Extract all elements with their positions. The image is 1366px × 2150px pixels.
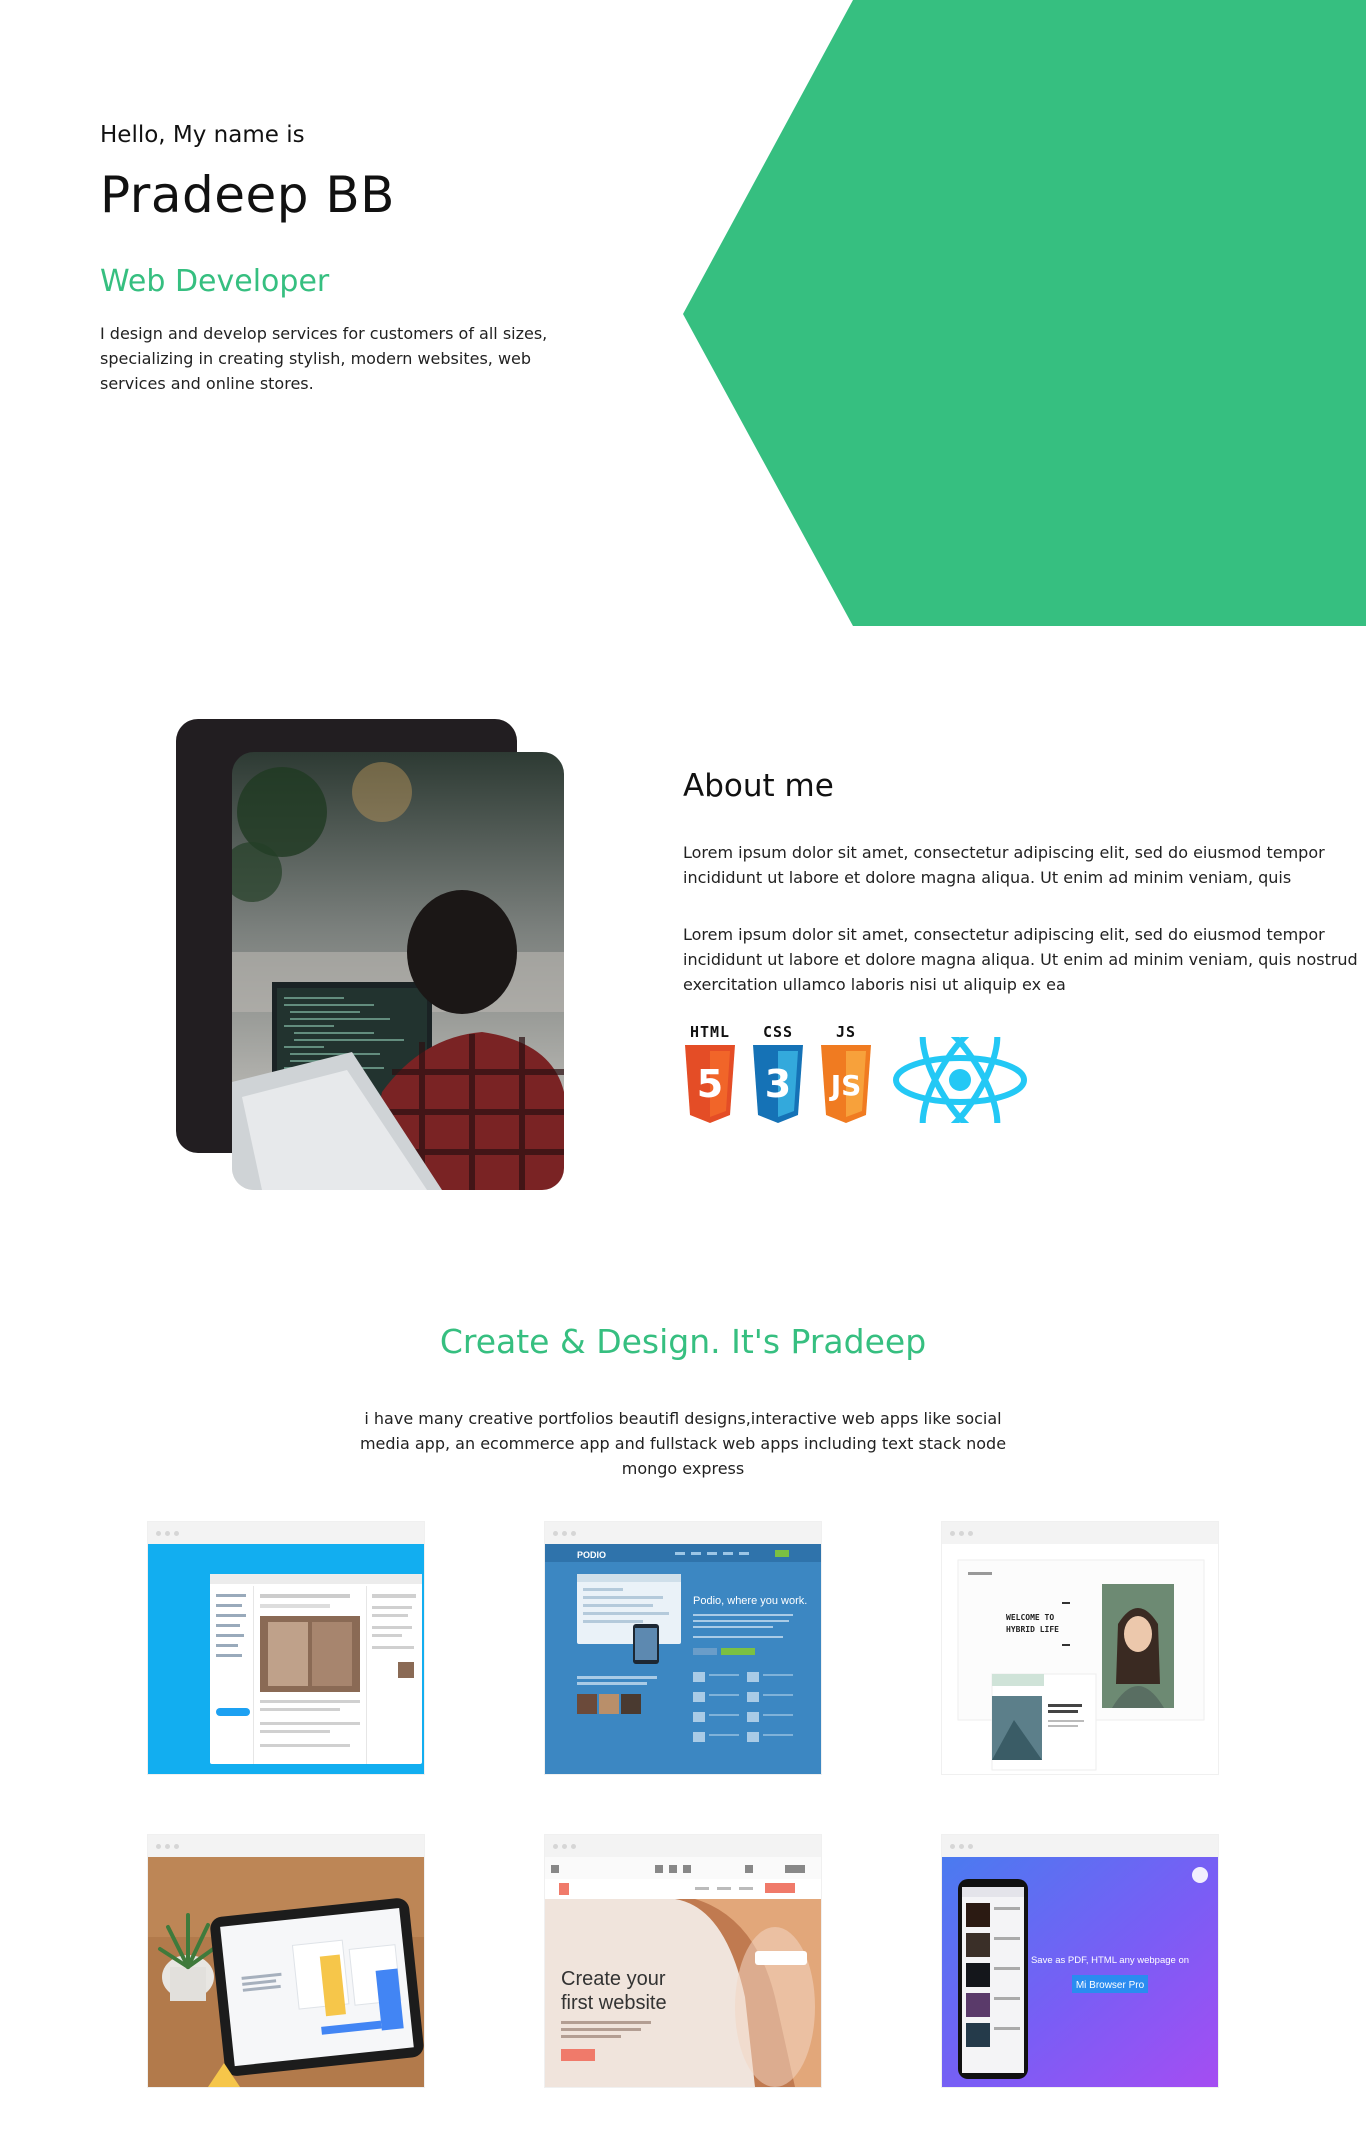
about-text: About me Lorem ipsum dolor sit amet, con… bbox=[683, 768, 1366, 997]
skill-label-js: JS bbox=[835, 1023, 857, 1041]
svg-text:Podio, where you work.: Podio, where you work. bbox=[693, 1595, 807, 1607]
skills-row: HTML 5 CSS 3 JS JS bbox=[683, 1023, 1031, 1133]
portfolio-card-hybrid-life[interactable]: WELCOME TO HYBRID LIFE bbox=[941, 1521, 1219, 1775]
card-browser-bar bbox=[148, 1835, 424, 1857]
card-browser-bar bbox=[148, 1522, 424, 1544]
svg-text:WELCOME TO: WELCOME TO bbox=[1006, 1613, 1054, 1622]
svg-text:HYBRID LIFE: HYBRID LIFE bbox=[1006, 1625, 1059, 1634]
card-browser-bar bbox=[545, 1522, 821, 1544]
svg-text:5: 5 bbox=[697, 1062, 723, 1106]
js-icon: JS bbox=[821, 1045, 871, 1123]
html5-icon: 5 bbox=[685, 1045, 735, 1123]
skill-label-css: CSS bbox=[762, 1023, 794, 1041]
skill-js: JS JS bbox=[819, 1023, 873, 1125]
react-icon bbox=[893, 1037, 1027, 1123]
portfolio-card-website-builder[interactable]: Create your first website bbox=[544, 1834, 822, 2088]
portfolio-card-podio[interactable]: PODIO Podio, where you work. bbox=[544, 1521, 822, 1775]
svg-text:first website: first website bbox=[561, 1992, 667, 2014]
hero-name: Pradeep BB bbox=[100, 166, 395, 224]
css3-icon: 3 bbox=[753, 1045, 803, 1123]
skill-react bbox=[889, 1033, 1031, 1123]
portfolio-card-tablet[interactable] bbox=[147, 1834, 425, 2088]
svg-text:Create your: Create your bbox=[561, 1968, 666, 1990]
skill-css: CSS 3 bbox=[751, 1023, 805, 1125]
card-preview bbox=[148, 1857, 424, 2087]
hero-intro: I design and develop services for custom… bbox=[100, 324, 548, 393]
svg-text:PODIO: PODIO bbox=[577, 1550, 606, 1560]
about-section: About me Lorem ipsum dolor sit amet, con… bbox=[0, 626, 1366, 1190]
portfolio-description: i have many creative portfolios beautifl… bbox=[359, 1409, 1007, 1478]
developer-photo bbox=[232, 752, 564, 1190]
svg-text:Mi Browser Pro: Mi Browser Pro bbox=[1076, 1980, 1145, 1991]
portfolio-title: Create & Design. It's Pradeep bbox=[439, 1322, 927, 1361]
portfolio-card-social-app[interactable] bbox=[147, 1521, 425, 1775]
svg-text:3: 3 bbox=[765, 1062, 791, 1106]
hero-text: Hello, My name is Pradeep BB Web Develop… bbox=[100, 122, 570, 396]
card-preview: PODIO Podio, where you work. bbox=[545, 1544, 821, 1774]
card-preview: Create your first website bbox=[545, 1857, 821, 2087]
card-browser-bar bbox=[545, 1835, 821, 1857]
skill-html: HTML 5 bbox=[683, 1023, 737, 1125]
about-title: About me bbox=[683, 768, 834, 804]
card-preview: WELCOME TO HYBRID LIFE bbox=[942, 1544, 1218, 1774]
card-preview bbox=[148, 1544, 424, 1774]
about-paragraph-1: Lorem ipsum dolor sit amet, consectetur … bbox=[683, 843, 1325, 887]
portfolio-card-mi-browser[interactable]: Save as PDF, HTML any webpage on Mi Brow… bbox=[941, 1834, 1219, 2088]
skill-label-html: HTML bbox=[689, 1023, 731, 1041]
svg-text:Save as PDF, HTML any webpage: Save as PDF, HTML any webpage on bbox=[1031, 1955, 1189, 1966]
hero-section: Hello, My name is Pradeep BB Web Develop… bbox=[0, 0, 1366, 626]
about-paragraph-2: Lorem ipsum dolor sit amet, consectetur … bbox=[683, 925, 1358, 994]
card-browser-bar bbox=[942, 1522, 1218, 1544]
card-browser-bar bbox=[942, 1835, 1218, 1857]
hero-greeting: Hello, My name is bbox=[100, 122, 305, 148]
svg-text:JS: JS bbox=[829, 1069, 862, 1102]
portfolio-section: Create & Design. It's Pradeep i have man… bbox=[0, 1186, 1366, 2150]
hero-role: Web Developer bbox=[100, 264, 330, 299]
card-preview: Save as PDF, HTML any webpage on Mi Brow… bbox=[942, 1857, 1218, 2087]
